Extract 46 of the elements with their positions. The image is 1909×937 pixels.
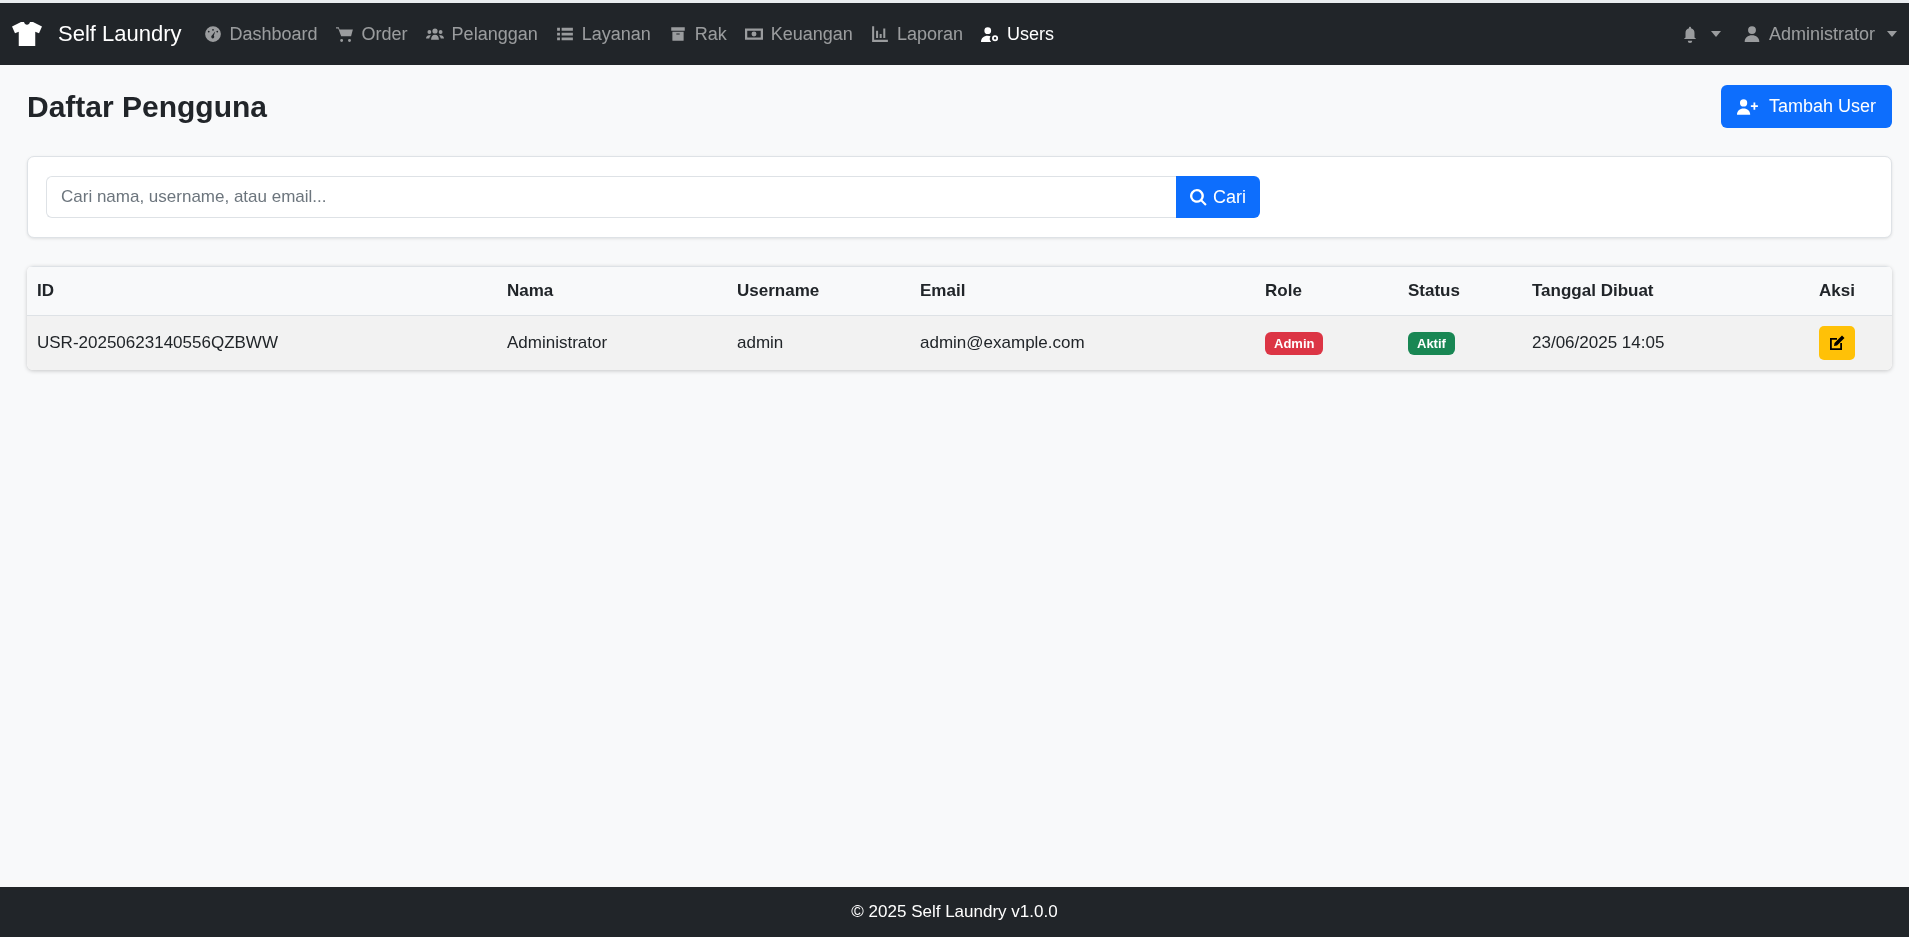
column-header: Status — [1398, 266, 1522, 316]
edit-icon — [1829, 335, 1845, 351]
column-header: Email — [910, 266, 1255, 316]
column-header: Role — [1255, 266, 1398, 316]
nav-link[interactable]: Dashboard — [203, 23, 318, 45]
add-user-button[interactable]: Tambah User — [1720, 85, 1892, 128]
status-badge: Aktif — [1408, 331, 1455, 355]
edit-button[interactable] — [1819, 326, 1855, 360]
shirt-icon — [12, 22, 42, 46]
table-cell: 23/06/2025 14:05 — [1522, 315, 1809, 370]
column-header: Username — [727, 266, 910, 316]
nav-link[interactable]: Pelanggan — [425, 23, 538, 45]
search-button[interactable]: Cari — [1176, 176, 1260, 218]
column-header: Aksi — [1809, 266, 1892, 316]
column-header: Tanggal Dibuat — [1522, 266, 1809, 316]
table-cell: admin@example.com — [910, 315, 1255, 370]
user-plus-icon — [1736, 97, 1759, 116]
person-icon — [1742, 25, 1761, 43]
people-icon — [425, 25, 444, 43]
nav-link[interactable]: Rak — [668, 23, 727, 45]
nav-link[interactable]: Laporan — [870, 23, 963, 45]
copyright-text: © 2025 Self Laundry v1.0.0 — [851, 902, 1058, 922]
list-icon — [555, 25, 574, 43]
role-badge: Admin — [1265, 331, 1324, 355]
user-dropdown[interactable]: Administrator — [1742, 23, 1897, 45]
search-field[interactable]: Cari nama, username, atau email... — [46, 176, 1176, 218]
page-title: Daftar Pengguna — [27, 89, 268, 124]
nav-link[interactable]: Layanan — [555, 23, 651, 45]
nav-link[interactable]: Order — [335, 23, 408, 45]
search-icon — [1190, 188, 1207, 206]
table-cell: admin — [727, 315, 910, 370]
caret-icon — [1710, 31, 1721, 37]
table-cell: Administrator — [497, 315, 727, 370]
table-cell: USR-20250623140556QZBWW — [27, 315, 497, 370]
user-gear-icon — [980, 25, 999, 43]
box-icon — [668, 25, 687, 43]
chart-icon — [870, 25, 889, 43]
gauge-icon — [203, 25, 222, 43]
banknote-icon — [744, 25, 763, 43]
column-header: Nama — [497, 266, 727, 316]
caret-icon — [1887, 31, 1897, 37]
nav-link[interactable]: Users — [980, 23, 1054, 45]
cart-icon — [335, 25, 354, 43]
column-header: ID — [27, 266, 497, 316]
nav-link[interactable]: Keuangan — [744, 23, 853, 45]
brand-link[interactable]: Self Laundry — [58, 21, 182, 47]
